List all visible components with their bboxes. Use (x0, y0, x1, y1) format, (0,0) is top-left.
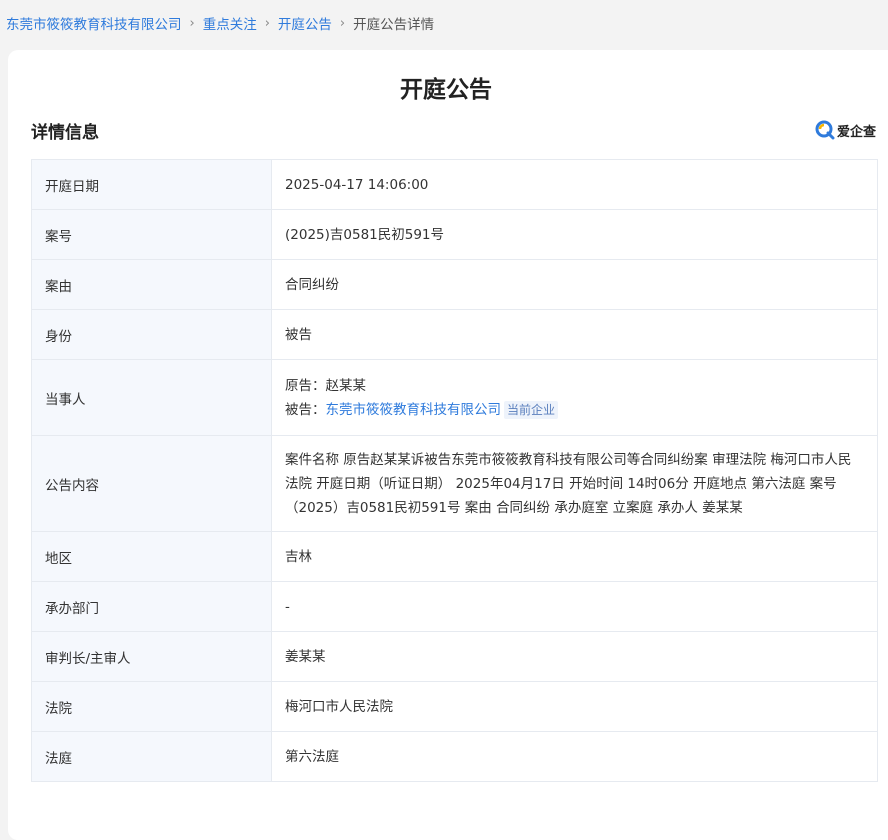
plaintiff-prefix: 原告： (285, 377, 326, 394)
section-title: 详情信息 (31, 123, 99, 143)
brand-name: 爱企查 (837, 124, 877, 140)
table-row: 法院 梅河口市人民法院 (31, 681, 878, 732)
row-value: 第六法庭 (271, 731, 878, 782)
breadcrumb-separator: › (339, 15, 346, 31)
table-row: 当事人 原告：赵某某 被告：东莞市筱筱教育科技有限公司 当前企业 (31, 359, 878, 436)
defendant-line: 被告：东莞市筱筱教育科技有限公司 当前企业 (285, 398, 877, 422)
announcement-content: 案件名称 原告赵某某诉被告东莞市筱筱教育科技有限公司等合同纠纷案 审理法院 梅河… (271, 435, 878, 532)
row-label: 地区 (31, 531, 272, 582)
table-row: 公告内容 案件名称 原告赵某某诉被告东莞市筱筱教育科技有限公司等合同纠纷案 审理… (31, 435, 878, 532)
aiqicha-logo-icon (815, 120, 835, 140)
row-value: (2025)吉0581民初591号 (271, 209, 878, 260)
table-row: 身份 被告 (31, 309, 878, 360)
row-value: 合同纠纷 (271, 259, 878, 310)
row-value: 被告 (271, 309, 878, 360)
breadcrumb-separator: › (189, 15, 195, 31)
defendant-company-link[interactable]: 东莞市筱筱教育科技有限公司 (326, 402, 502, 418)
table-row: 案号 (2025)吉0581民初591号 (31, 209, 878, 260)
breadcrumb: 东莞市筱筱教育科技有限公司 › 重点关注 › 开庭公告 › 开庭公告详情 (6, 12, 434, 34)
row-value: 2025-04-17 14:06:00 (271, 159, 878, 210)
plaintiff-line: 原告：赵某某 (285, 374, 877, 398)
row-value: 梅河口市人民法院 (271, 681, 878, 732)
brand-logo[interactable]: 爱企查 (815, 120, 876, 140)
breadcrumb-current: 开庭公告详情 (353, 17, 435, 33)
detail-table: 开庭日期 2025-04-17 14:06:00 案号 (2025)吉0581民… (31, 159, 878, 782)
row-value: 姜某某 (271, 631, 878, 682)
breadcrumb-focus-link[interactable]: 重点关注 (203, 13, 257, 33)
table-row: 地区 吉林 (31, 531, 878, 582)
row-label: 开庭日期 (31, 159, 272, 210)
page-title: 开庭公告 (400, 77, 492, 103)
row-label: 当事人 (31, 359, 272, 436)
table-row: 案由 合同纠纷 (31, 259, 878, 310)
breadcrumb-court-notice-link[interactable]: 开庭公告 (278, 13, 332, 33)
row-value: 吉林 (271, 531, 878, 582)
row-label: 案由 (31, 259, 272, 310)
table-row: 开庭日期 2025-04-17 14:06:00 (31, 159, 878, 210)
breadcrumb-company-link[interactable]: 东莞市筱筱教育科技有限公司 (6, 13, 182, 33)
current-company-badge: 当前企业 (504, 400, 559, 419)
defendant-prefix: 被告： (285, 401, 326, 418)
table-row: 承办部门 - (31, 581, 878, 632)
table-row: 审判长/主审人 姜某某 (31, 631, 878, 682)
row-label: 公告内容 (31, 435, 272, 532)
parties-cell: 原告：赵某某 被告：东莞市筱筱教育科技有限公司 当前企业 (271, 359, 878, 436)
row-label: 承办部门 (31, 581, 272, 632)
breadcrumb-separator: › (264, 15, 270, 31)
row-label: 审判长/主审人 (31, 631, 272, 682)
table-row: 法庭 第六法庭 (31, 731, 878, 782)
row-label: 身份 (31, 309, 272, 360)
plaintiff-name: 赵某某 (325, 377, 367, 394)
row-label: 案号 (31, 209, 272, 260)
row-label: 法庭 (31, 731, 272, 782)
row-label: 法院 (31, 681, 272, 732)
row-value: - (271, 581, 878, 632)
